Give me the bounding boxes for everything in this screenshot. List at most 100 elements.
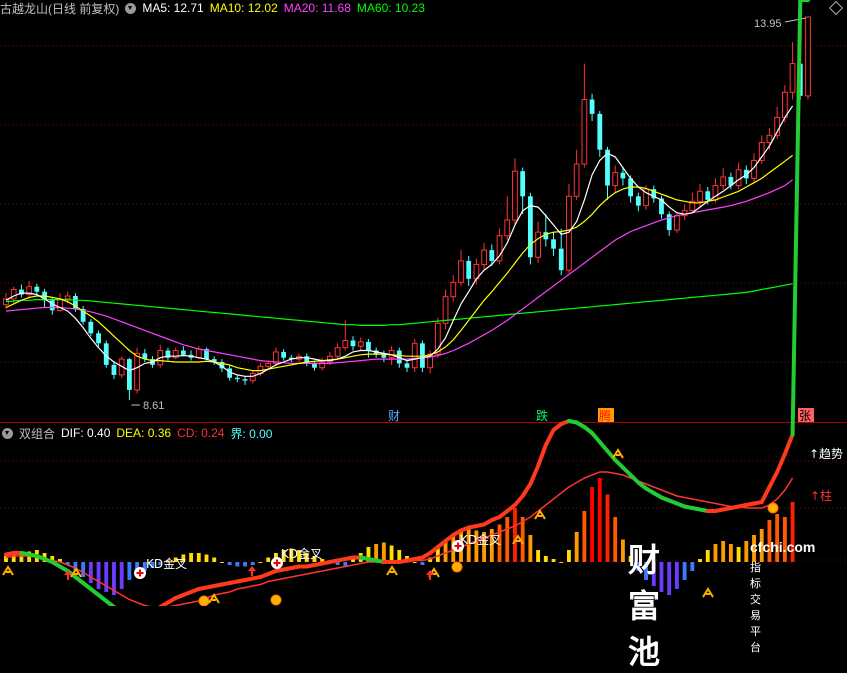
dif-line-segment	[782, 432, 795, 456]
high-arrow	[784, 17, 807, 23]
candle-body	[366, 341, 371, 351]
macd-bar	[189, 553, 194, 562]
dif-line-segment	[759, 485, 772, 504]
buy-signal-icon	[2, 565, 14, 576]
candle-body	[265, 362, 272, 367]
macd-bar	[204, 554, 209, 562]
macd-bar	[728, 544, 733, 562]
dif-line-segment	[775, 452, 787, 474]
candle-body	[589, 99, 595, 114]
macd-bar	[620, 539, 625, 562]
macd-bar	[196, 553, 201, 562]
dif-line-segment	[528, 464, 541, 486]
watermark-url: cfchi.com	[750, 539, 816, 555]
candle-body	[720, 176, 727, 187]
dif-line-segment	[104, 599, 116, 606]
kd-cross-label-2: KD金叉	[281, 546, 322, 561]
trend-label: ↑趋势	[809, 447, 843, 461]
macd-bar	[690, 562, 695, 571]
macd-bar	[266, 557, 271, 562]
macd-bar	[235, 562, 240, 567]
macd-bar	[597, 478, 602, 562]
macd-bar	[412, 562, 417, 563]
macd-bar	[713, 544, 718, 562]
macd-bar	[605, 494, 610, 562]
dif-line-segment	[536, 443, 548, 468]
macd-bar	[96, 562, 101, 589]
candle-body	[781, 91, 788, 118]
kd-cross-label-3: KD金叉	[460, 532, 501, 547]
stock-chart[interactable]: 13.95 8.61 财 跌 腾 张 KD金叉 KD金叉 KD金叉 ↑趋势 ↑柱	[0, 0, 847, 606]
macd-bar	[736, 547, 741, 562]
ma60-line	[5, 283, 793, 326]
macd-bar	[567, 550, 571, 562]
candle-body	[620, 172, 626, 179]
macd-bar	[420, 562, 425, 565]
macd-bar	[243, 562, 247, 567]
up-arrow-icon	[248, 566, 256, 576]
macd-bar	[212, 557, 217, 562]
macd-bar	[119, 562, 124, 589]
candle-body	[111, 364, 117, 375]
candle-body	[697, 190, 703, 202]
buy-signal-icon	[612, 448, 624, 459]
candle-body	[350, 340, 356, 347]
candle-body	[312, 363, 317, 368]
macd-bar	[682, 562, 687, 580]
macd-bar	[559, 562, 564, 563]
ma5-line	[5, 105, 794, 377]
buy-signal-icon	[386, 565, 398, 576]
candle-body	[234, 377, 240, 380]
candle-body	[249, 372, 256, 382]
candle-body	[242, 379, 248, 381]
candle-body	[404, 363, 410, 368]
watermark-subtitle: 指标交易平台	[750, 562, 761, 654]
macd-bar	[528, 535, 533, 562]
candle-body	[705, 191, 711, 200]
macd-bar	[88, 562, 93, 583]
candle-body	[281, 351, 287, 358]
candle-body	[64, 295, 71, 300]
candle-body	[450, 281, 457, 298]
candle-body	[789, 63, 796, 93]
candle-body	[489, 250, 495, 261]
signal-teng: 腾	[599, 408, 611, 423]
macd-bar	[219, 562, 224, 563]
ma20-line	[5, 179, 793, 364]
macd-bar	[127, 562, 132, 580]
candle-body	[573, 163, 580, 197]
macd-bar	[613, 517, 618, 562]
candle-body	[180, 350, 186, 355]
candle-body	[96, 333, 101, 344]
dif-line-segment	[520, 482, 533, 498]
high-price-label: 13.95	[754, 18, 782, 30]
candle-body	[512, 170, 518, 221]
candle-body	[597, 113, 603, 150]
signal-cai: 财	[388, 409, 400, 423]
macd-bar	[744, 541, 749, 562]
ma10-line	[5, 154, 793, 372]
buy-signal-icon	[702, 587, 714, 598]
macd-bar	[389, 545, 394, 562]
macd-bar	[250, 562, 255, 565]
signal-zhang: 张	[799, 409, 811, 423]
macd-bar	[543, 556, 548, 562]
candle-body	[766, 134, 773, 144]
candle-body	[504, 219, 511, 237]
macd-bar	[721, 541, 726, 562]
candle-body	[88, 321, 94, 334]
candle-body	[126, 359, 132, 390]
gold-signal-icon	[767, 502, 779, 514]
dif-line-segment	[767, 470, 780, 489]
gold-signal-icon	[198, 595, 210, 606]
candle-body	[520, 171, 526, 197]
candle-body	[612, 172, 619, 187]
candle-body	[674, 215, 680, 231]
macd-bar	[667, 562, 672, 595]
signal-die: 跌	[536, 408, 548, 423]
candle-body	[442, 296, 449, 324]
macd-bar	[574, 532, 579, 562]
candle-body	[466, 260, 472, 279]
candle-body	[458, 260, 464, 283]
macd-bar	[551, 559, 556, 562]
